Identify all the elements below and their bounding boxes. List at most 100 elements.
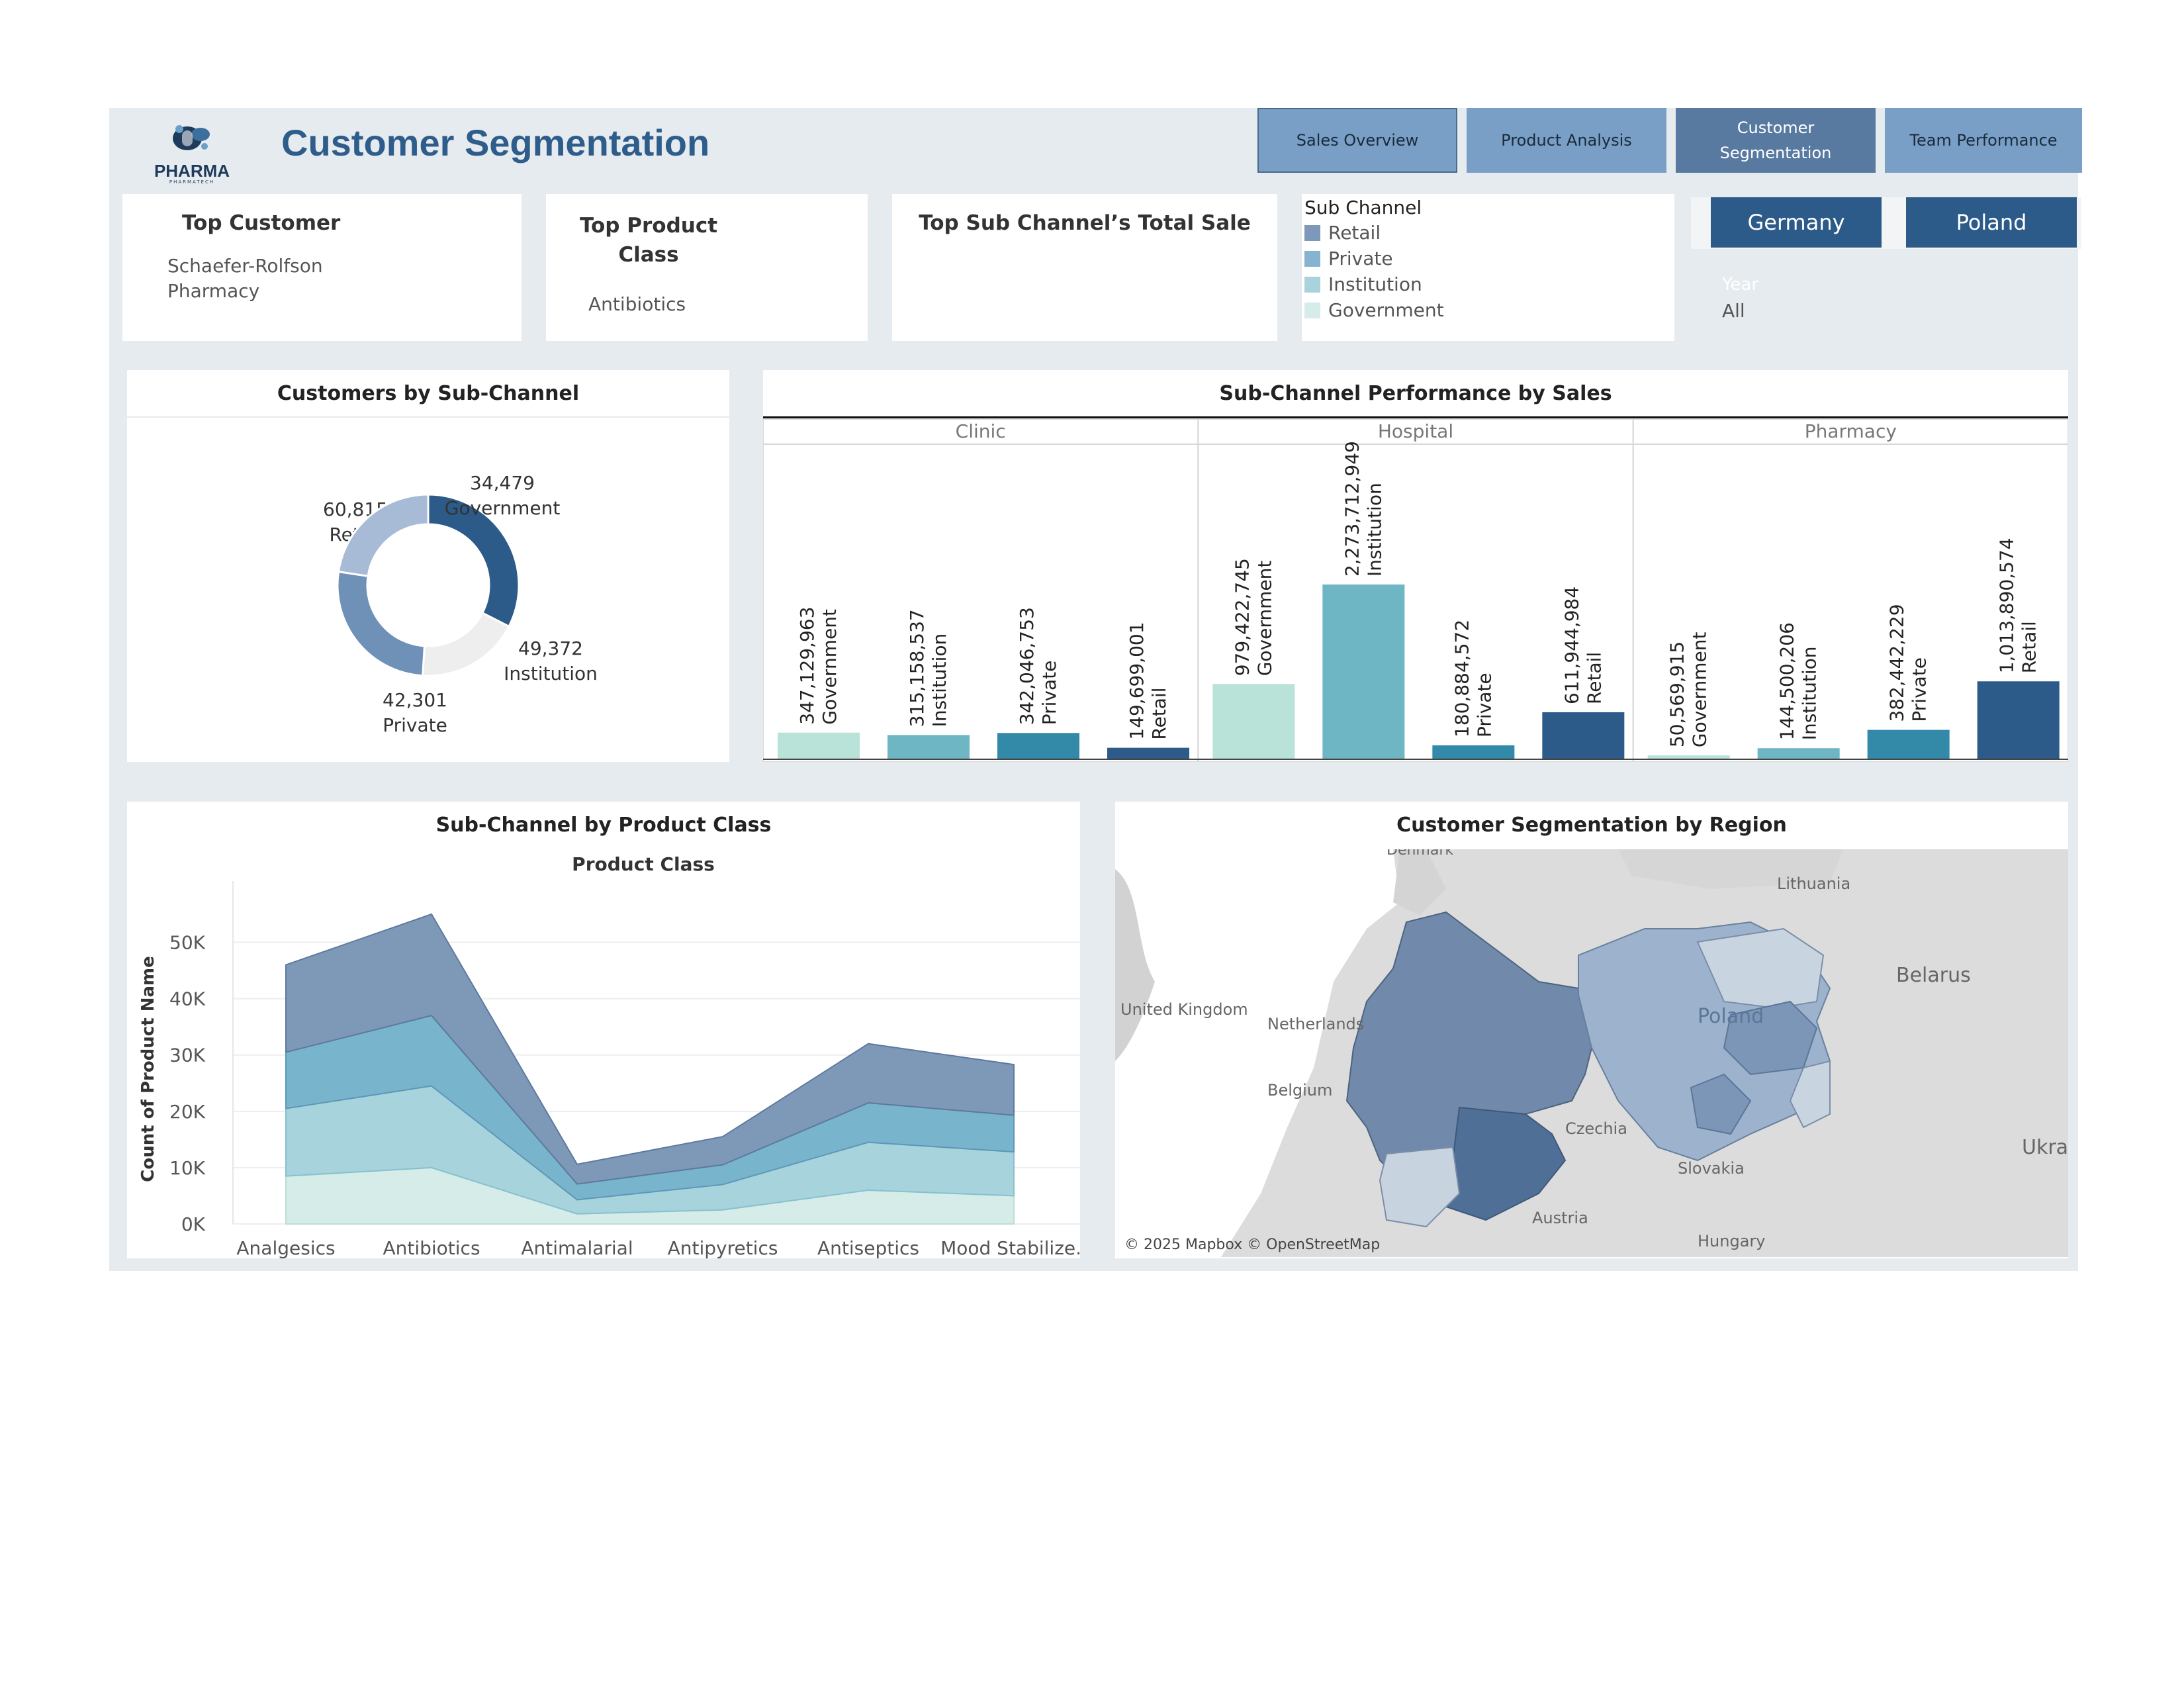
map-label-belarus: Belarus	[1896, 964, 1971, 987]
legend-item-institution[interactable]: Institution	[1304, 273, 1422, 295]
nav-label: Product Analysis	[1501, 131, 1632, 150]
legend-title: Sub Channel	[1304, 197, 1422, 218]
germany-filter-button[interactable]: Germany	[1711, 197, 1882, 248]
nav-customer-segmentation-button[interactable]: Customer Segmentation	[1676, 108, 1876, 173]
chart-title: Customer Segmentation by Region	[1396, 814, 1787, 837]
bar-hospital-retail	[1542, 712, 1625, 759]
legend-item-private[interactable]: Private	[1304, 248, 1393, 269]
x-tick-label: Antimalarial	[521, 1237, 633, 1258]
logo-subtext: PHARMATECH	[169, 179, 215, 185]
bar-label-group: 979,422,745 Government	[1231, 558, 1275, 676]
bar-value-label: 315,158,537	[906, 609, 928, 727]
bar-category-label: Retail	[1583, 652, 1605, 704]
bar-category-label: Retail	[2019, 621, 2040, 673]
bar-value-label: 347,129,963	[796, 607, 818, 725]
year-filter-label: Year	[1722, 275, 1759, 295]
bar-hospital-private	[1432, 745, 1515, 759]
bar-value-label: 382,442,229	[1886, 604, 1908, 722]
bar-label-group: 1,013,890,574 Retail	[1996, 538, 2040, 673]
bar-category-label: Government	[1253, 561, 1275, 677]
bar-value-label: 1,013,890,574	[1996, 538, 2018, 673]
map-label-lithuania: Lithuania	[1777, 874, 1850, 893]
map-label-hungary: Hungary	[1698, 1232, 1765, 1250]
bar-label-group: 180,884,572 Private	[1451, 620, 1495, 737]
panel-header-clinic: Clinic	[956, 420, 1006, 442]
bar-category-label: Institution	[1363, 483, 1385, 577]
y-tick-label: 50K	[169, 932, 206, 954]
x-tick-label: Antibiotics	[383, 1237, 480, 1258]
poland-filter-button[interactable]: Poland	[1906, 197, 2077, 248]
bar-label-group: 149,699,001 Retail	[1126, 622, 1170, 739]
sub-channel-bar-chart: Clinic347,129,963 Government 315,158,537 In…	[763, 416, 2068, 762]
top-customer-card: Top Customer Schaefer-Rolfson Pharmacy	[122, 194, 522, 341]
x-tick-label: Antipyretics	[668, 1237, 778, 1258]
bar-category-label: Private	[1909, 657, 1931, 722]
x-tick-label: Analgesics	[236, 1237, 335, 1258]
kpi-label: Top Product Class	[579, 214, 718, 267]
donut-slice-institution	[336, 570, 426, 677]
filter-label: Germany	[1747, 210, 1845, 235]
region-map[interactable]: Denmark Lithuania Belarus United Kingdom…	[1115, 849, 2068, 1257]
bar-label-group: 611,944,984 Retail	[1561, 586, 1605, 704]
donut-chart: 60,815Retail34,479Government49,372Instit…	[323, 472, 598, 736]
bar-category-label: Retail	[1148, 687, 1170, 739]
bar-value-label: 149,699,001	[1126, 622, 1148, 739]
donut-category-label: Government	[445, 497, 561, 519]
kpi-value: Schaefer-Rolfson Pharmacy	[167, 255, 323, 302]
map-label-ukraine: Ukrai	[2022, 1136, 2068, 1159]
donut-category-label: Private	[383, 714, 447, 736]
map-label-poland: Poland	[1698, 1005, 1764, 1028]
nav-label: Team Performance	[1909, 131, 2058, 150]
bar-category-label: Private	[1038, 661, 1060, 726]
bar-pharmacy-private	[1867, 729, 1950, 759]
legend-label: Retail	[1328, 222, 1381, 244]
bar-hospital-institution	[1322, 585, 1405, 759]
filter-label: Poland	[1956, 210, 2027, 235]
nav-label: Sales Overview	[1296, 131, 1419, 150]
donut-value-label: 49,372	[518, 637, 583, 659]
y-tick-label: 30K	[169, 1045, 206, 1066]
chart-title: Customers by Sub-Channel	[277, 382, 580, 405]
bar-value-label: 2,273,712,949	[1341, 441, 1363, 577]
bar-category-label: Institution	[929, 633, 950, 727]
legend-item-government[interactable]: Government	[1304, 299, 1444, 321]
top-sub-channel-card: Top Sub Channel’s Total Sale	[892, 194, 1277, 341]
bar-value-label: 979,422,745	[1231, 558, 1253, 676]
bar-value-label: 180,884,572	[1451, 620, 1473, 737]
legend-label: Private	[1328, 248, 1393, 269]
country-filter: Germany Poland	[1691, 197, 2081, 249]
panel-header-hospital: Hospital	[1378, 420, 1453, 442]
pharma-logo: PHARMA PHARMATECH	[149, 117, 235, 185]
donut-value-label: 42,301	[383, 689, 447, 711]
legend-item-retail[interactable]: Retail	[1304, 222, 1381, 244]
bar-category-label: Government	[1689, 632, 1711, 747]
bar-hospital-government	[1212, 684, 1295, 759]
x-tick-label: Antiseptics	[817, 1237, 919, 1258]
bar-category-label: Government	[819, 609, 841, 725]
bar-value-label: 342,046,753	[1016, 607, 1038, 725]
map-label-austria: Austria	[1532, 1209, 1588, 1227]
bar-label-group: 382,442,229 Private	[1886, 604, 1931, 722]
y-tick-label: 20K	[169, 1101, 206, 1123]
x-tick-label: Mood Stabilize..	[940, 1237, 1080, 1258]
donut-category-label: Institution	[504, 663, 598, 684]
legend-swatch	[1304, 302, 1320, 318]
dashboard: PHARMA PHARMATECH Customer Segmentation …	[109, 108, 2082, 1271]
nav-sales-overview-button[interactable]: Sales Overview	[1257, 108, 1457, 173]
sub-channel-performance-card: Sub-Channel Performance by Sales Clinic 3…	[763, 370, 2068, 762]
bar-pharmacy-institution	[1757, 748, 1840, 759]
chart-title: Sub-Channel Performance by Sales	[1219, 382, 1612, 405]
nav-team-performance-button[interactable]: Team Performance	[1885, 108, 2082, 173]
bar-value-label: 611,944,984	[1561, 586, 1582, 704]
nav-product-analysis-button[interactable]: Product Analysis	[1467, 108, 1666, 173]
legend-swatch	[1304, 250, 1320, 267]
donut-slice-government	[422, 611, 510, 677]
year-filter-value[interactable]: All	[1722, 300, 1745, 322]
map-label-united-kingdom: United Kingdom	[1120, 1000, 1248, 1019]
bar-label-group: 50,569,915 Government	[1666, 632, 1711, 747]
y-tick-label: 40K	[169, 988, 206, 1010]
area-y-label: Count of Product Name	[138, 956, 158, 1182]
logo-text: PHARMA	[154, 161, 230, 181]
y-tick-label: 10K	[169, 1157, 206, 1179]
top-product-class-card: Top Product Class Antibiotics	[546, 194, 868, 341]
